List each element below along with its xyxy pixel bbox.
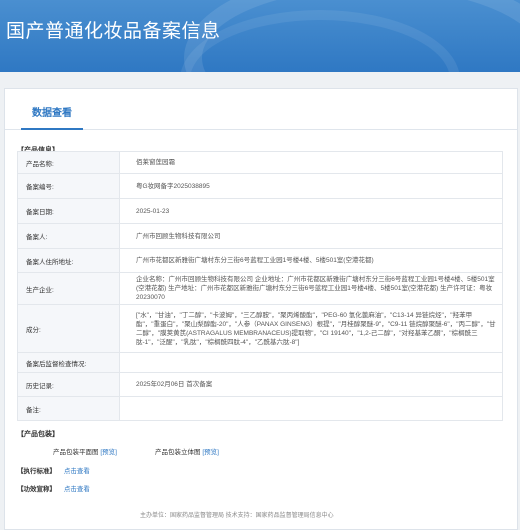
table-row: 备案后监督检查情况: (17, 352, 503, 373)
row-value: 2025年02月06日 首次备案 (119, 372, 503, 397)
row-key: 生产企业: (17, 272, 120, 305)
table-row: 历史记录: 2025年02月06日 首次备案 (17, 372, 503, 397)
table-row: 备案人: 广州市回顾生物科技有限公司 (17, 223, 503, 249)
row-key: 备案后监督检查情况: (17, 352, 120, 373)
row-key: 历史记录: (17, 372, 120, 397)
section-standard: 【执行标准】 (17, 468, 56, 475)
row-key: 成分: (17, 304, 120, 353)
row-value (119, 352, 503, 373)
row-key: 备案人: (17, 223, 120, 249)
table-row: 产品名称: 佰莱窗莲园霜 (17, 151, 503, 174)
row-value: 2025-01-23 (119, 198, 503, 224)
package-stereo-row: 产品包装立体图 [预览] (155, 446, 219, 456)
row-key: 备案人住所地址: (17, 248, 120, 273)
detail-card: 数据查看 【产品信息】 产品名称: 佰莱窗莲园霜 备案编号: 粤G妆网备字202… (4, 88, 518, 530)
efficacy-view-link[interactable]: 点击查看 (64, 486, 90, 493)
page-header: 国产普通化妆品备案信息 (0, 0, 520, 72)
row-key: 备注: (17, 396, 120, 421)
table-row: 成分: ["水"，"甘油"，"丁二醇"，"卡波姆"，"三乙醇胺"，"聚丙烯酸酯"… (17, 304, 503, 353)
standard-view-link[interactable]: 点击查看 (64, 468, 90, 475)
page-footer: 主办单位：国家药品监督管理局 技术支持：国家药品监督管理局信息中心 (140, 513, 334, 519)
row-key: 产品名称: (17, 151, 120, 174)
standard-row: 【执行标准】 点击查看 (17, 465, 90, 475)
table-row: 生产企业: 企业名称：广州市回顾生物科技有限公司 企业地址：广州市花都区新雅街广… (17, 272, 503, 305)
product-info-table: 产品名称: 佰莱窗莲园霜 备案编号: 粤G妆网备字2025038895 备案日期… (17, 151, 503, 421)
row-value (119, 396, 503, 421)
row-value: 广州市花都区新雅街广塘村东分三街6号蓝程工业园1号楼4楼、5楼501室(空港花都… (119, 248, 503, 273)
package-flat-preview-link[interactable]: [预览] (100, 449, 117, 456)
package-flat-label: 产品包装平面图 (53, 449, 99, 456)
row-value: 佰莱窗莲园霜 (119, 151, 503, 174)
package-stereo-label: 产品包装立体图 (155, 449, 201, 456)
section-product-package: 【产品包装】 (17, 431, 59, 438)
package-stereo-preview-link[interactable]: [预览] (202, 449, 219, 456)
table-row: 备案人住所地址: 广州市花都区新雅街广塘村东分三街6号蓝程工业园1号楼4楼、5楼… (17, 248, 503, 273)
row-value: ["水"，"甘油"，"丁二醇"，"卡波姆"，"三乙醇胺"，"聚丙烯酸酯"，"PE… (119, 304, 503, 353)
section-efficacy: 【功效宣称】 (17, 486, 56, 493)
tab-bar: 数据查看 (5, 89, 517, 130)
efficacy-row: 【功效宣称】 点击查看 (17, 483, 90, 493)
row-value: 粤G妆网备字2025038895 (119, 173, 503, 199)
package-flat-row: 产品包装平面图 [预览] (53, 446, 117, 456)
tab-data-view[interactable]: 数据查看 (21, 89, 83, 130)
table-row: 备案编号: 粤G妆网备字2025038895 (17, 173, 503, 199)
row-key: 备案编号: (17, 173, 120, 199)
page-title: 国产普通化妆品备案信息 (6, 21, 221, 42)
row-value: 广州市回顾生物科技有限公司 (119, 223, 503, 249)
row-value: 企业名称：广州市回顾生物科技有限公司 企业地址：广州市花都区新雅街广塘村东分三街… (119, 272, 503, 305)
table-row: 备注: (17, 396, 503, 421)
table-row: 备案日期: 2025-01-23 (17, 198, 503, 224)
row-key: 备案日期: (17, 198, 120, 224)
